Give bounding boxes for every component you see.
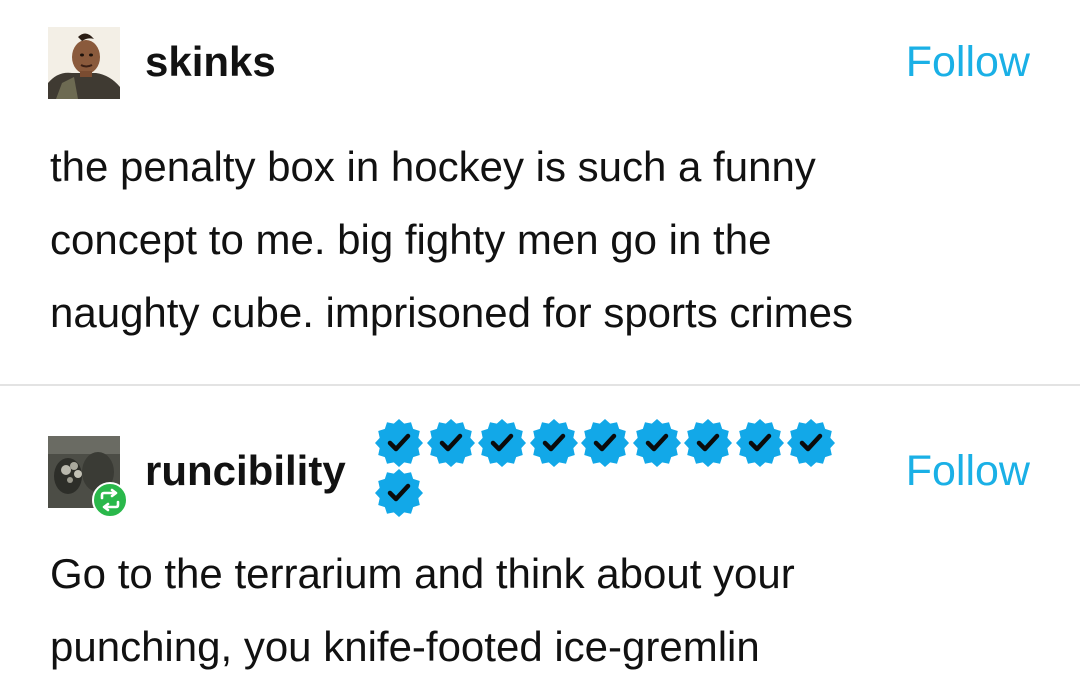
verified-badge-icon xyxy=(478,419,526,467)
post-body: the penalty box in hockey is such a funn… xyxy=(50,130,1040,349)
avatar-image xyxy=(48,27,120,99)
verified-badges xyxy=(374,418,854,518)
verified-badge-icon xyxy=(529,419,578,467)
avatar[interactable] xyxy=(48,27,120,99)
post-text-line: concept to me. big fighty men go in the xyxy=(50,216,772,263)
reblog-icon xyxy=(92,482,128,518)
post-text-line: punching, you knife-footed ice-gremlin xyxy=(50,623,760,670)
verified-badge-icon xyxy=(735,419,784,467)
username[interactable]: skinks xyxy=(145,38,276,86)
post-text-line: naughty cube. imprisoned for sports crim… xyxy=(50,289,854,336)
post-text-line: the penalty box in hockey is such a funn… xyxy=(50,143,816,190)
verified-badge-icon xyxy=(426,419,475,467)
verified-badge-icon xyxy=(375,419,423,467)
post-body: Go to the terrarium and think about your… xyxy=(50,537,1040,683)
verified-badge-icon xyxy=(787,419,835,467)
avatar[interactable] xyxy=(48,436,128,518)
verified-badge-icon xyxy=(632,419,681,467)
verified-badge-icon xyxy=(581,419,629,467)
follow-button[interactable]: Follow xyxy=(906,37,1030,87)
verified-badge-icon xyxy=(375,469,423,517)
follow-button[interactable]: Follow xyxy=(906,446,1030,496)
verified-badge-icon xyxy=(684,419,732,467)
post-skinks: skinks Follow the penalty box in hockey … xyxy=(0,0,1080,384)
post-text-line: Go to the terrarium and think about your xyxy=(50,550,795,597)
username[interactable]: runcibility xyxy=(145,447,346,495)
